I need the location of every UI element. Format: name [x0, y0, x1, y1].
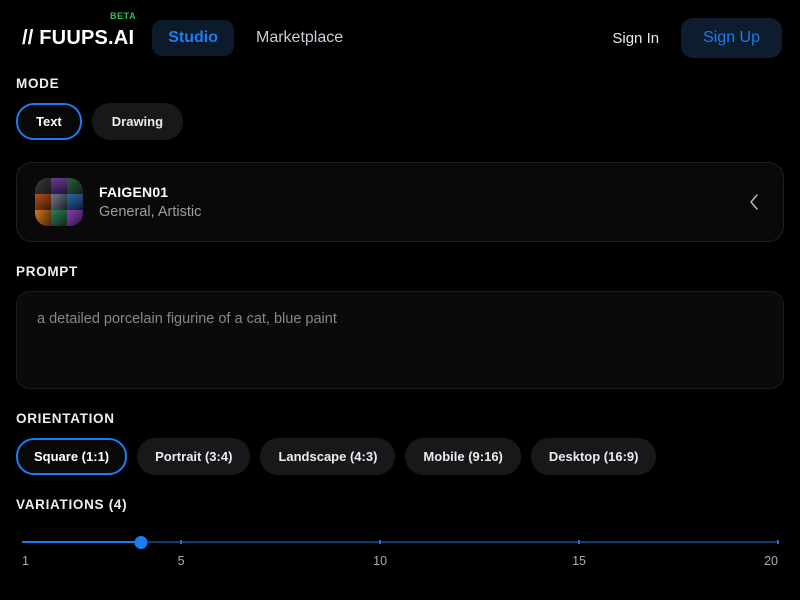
- slider-scale-label: 15: [572, 554, 586, 568]
- mode-options: Text Drawing: [16, 103, 800, 140]
- prompt-section: PROMPT a detailed porcelain figurine of …: [0, 264, 800, 389]
- orientation-option-portrait[interactable]: Portrait (3:4): [137, 438, 251, 475]
- chevron-left-icon[interactable]: [743, 191, 765, 213]
- orientation-option-square[interactable]: Square (1:1): [16, 438, 128, 475]
- orientation-option-desktop-label: Desktop (16:9): [548, 449, 639, 464]
- slider-scale-label: 10: [373, 554, 388, 568]
- model-collage-thumbnail: [35, 178, 83, 226]
- slider-tick: [777, 540, 779, 544]
- mode-option-drawing-label: Drawing: [111, 114, 164, 129]
- slider-track-fill: [22, 541, 142, 543]
- orientation-option-mobile[interactable]: Mobile (9:16): [405, 438, 521, 475]
- model-info: FAIGEN01 General, Artistic: [99, 184, 201, 220]
- tab-studio[interactable]: Studio: [152, 20, 234, 56]
- model-tags: General, Artistic: [99, 204, 202, 220]
- model-name: FAIGEN01: [99, 184, 169, 200]
- slider-thumb[interactable]: [134, 536, 148, 549]
- sign-up-button[interactable]: Sign Up: [681, 18, 782, 58]
- orientation-option-landscape[interactable]: Landscape (4:3): [260, 438, 396, 475]
- app-header: // FUUPS.AI BETA Studio Marketplace Sign…: [0, 0, 800, 76]
- variations-section: VARIATIONS (4) 1 5 10 15 20: [0, 497, 800, 570]
- tab-studio-label: Studio: [168, 29, 218, 46]
- slider-tick: [578, 540, 581, 544]
- sign-in-button[interactable]: Sign In: [604, 24, 667, 53]
- orientation-options: Square (1:1) Portrait (3:4) Landscape (4…: [16, 438, 800, 475]
- slider-tick: [379, 540, 382, 544]
- slider-scale-label: 20: [764, 554, 778, 568]
- orientation-section-label: ORIENTATION: [16, 411, 115, 426]
- tab-marketplace[interactable]: Marketplace: [240, 20, 359, 56]
- mode-section-label: MODE: [16, 76, 60, 91]
- orientation-option-mobile-label: Mobile (9:16): [423, 449, 503, 464]
- slider-tick: [180, 540, 183, 544]
- prompt-input[interactable]: a detailed porcelain figurine of a cat, …: [16, 291, 784, 389]
- variations-section-label: VARIATIONS (4): [16, 497, 128, 512]
- slider-scale-label: 1: [22, 554, 29, 568]
- header-actions: Sign In Sign Up: [604, 18, 782, 58]
- prompt-section-label: PROMPT: [16, 264, 78, 279]
- orientation-section: ORIENTATION Square (1:1) Portrait (3:4) …: [0, 411, 800, 475]
- variations-slider[interactable]: 1 5 10 15 20: [22, 524, 779, 572]
- orientation-option-landscape-label: Landscape (4:3): [278, 449, 378, 464]
- orientation-option-portrait-label: Portrait (3:4): [155, 449, 233, 464]
- beta-badge: BETA: [109, 10, 137, 21]
- brand-logo[interactable]: // FUUPS.AI BETA: [22, 11, 136, 50]
- slider-scale-label: 5: [177, 554, 185, 568]
- studio-page: // FUUPS.AI BETA Studio Marketplace Sign…: [0, 0, 800, 600]
- mode-option-text-label: Text: [36, 114, 62, 129]
- mode-option-text[interactable]: Text: [16, 103, 82, 140]
- orientation-option-desktop[interactable]: Desktop (16:9): [530, 438, 657, 475]
- prompt-text-value: a detailed porcelain figurine of a cat, …: [37, 311, 337, 327]
- model-selector-card[interactable]: FAIGEN01 General, Artistic: [16, 162, 784, 242]
- slider-scale-labels: 1 5 10 15 20: [22, 554, 778, 572]
- main-nav: Studio Marketplace: [152, 20, 359, 56]
- orientation-option-square-label: Square (1:1): [34, 449, 110, 464]
- mode-section: MODE Text Drawing: [0, 76, 800, 140]
- tab-marketplace-label: Marketplace: [255, 29, 344, 46]
- brand-label: // FUUPS.AI: [22, 26, 135, 49]
- mode-option-drawing[interactable]: Drawing: [91, 103, 184, 140]
